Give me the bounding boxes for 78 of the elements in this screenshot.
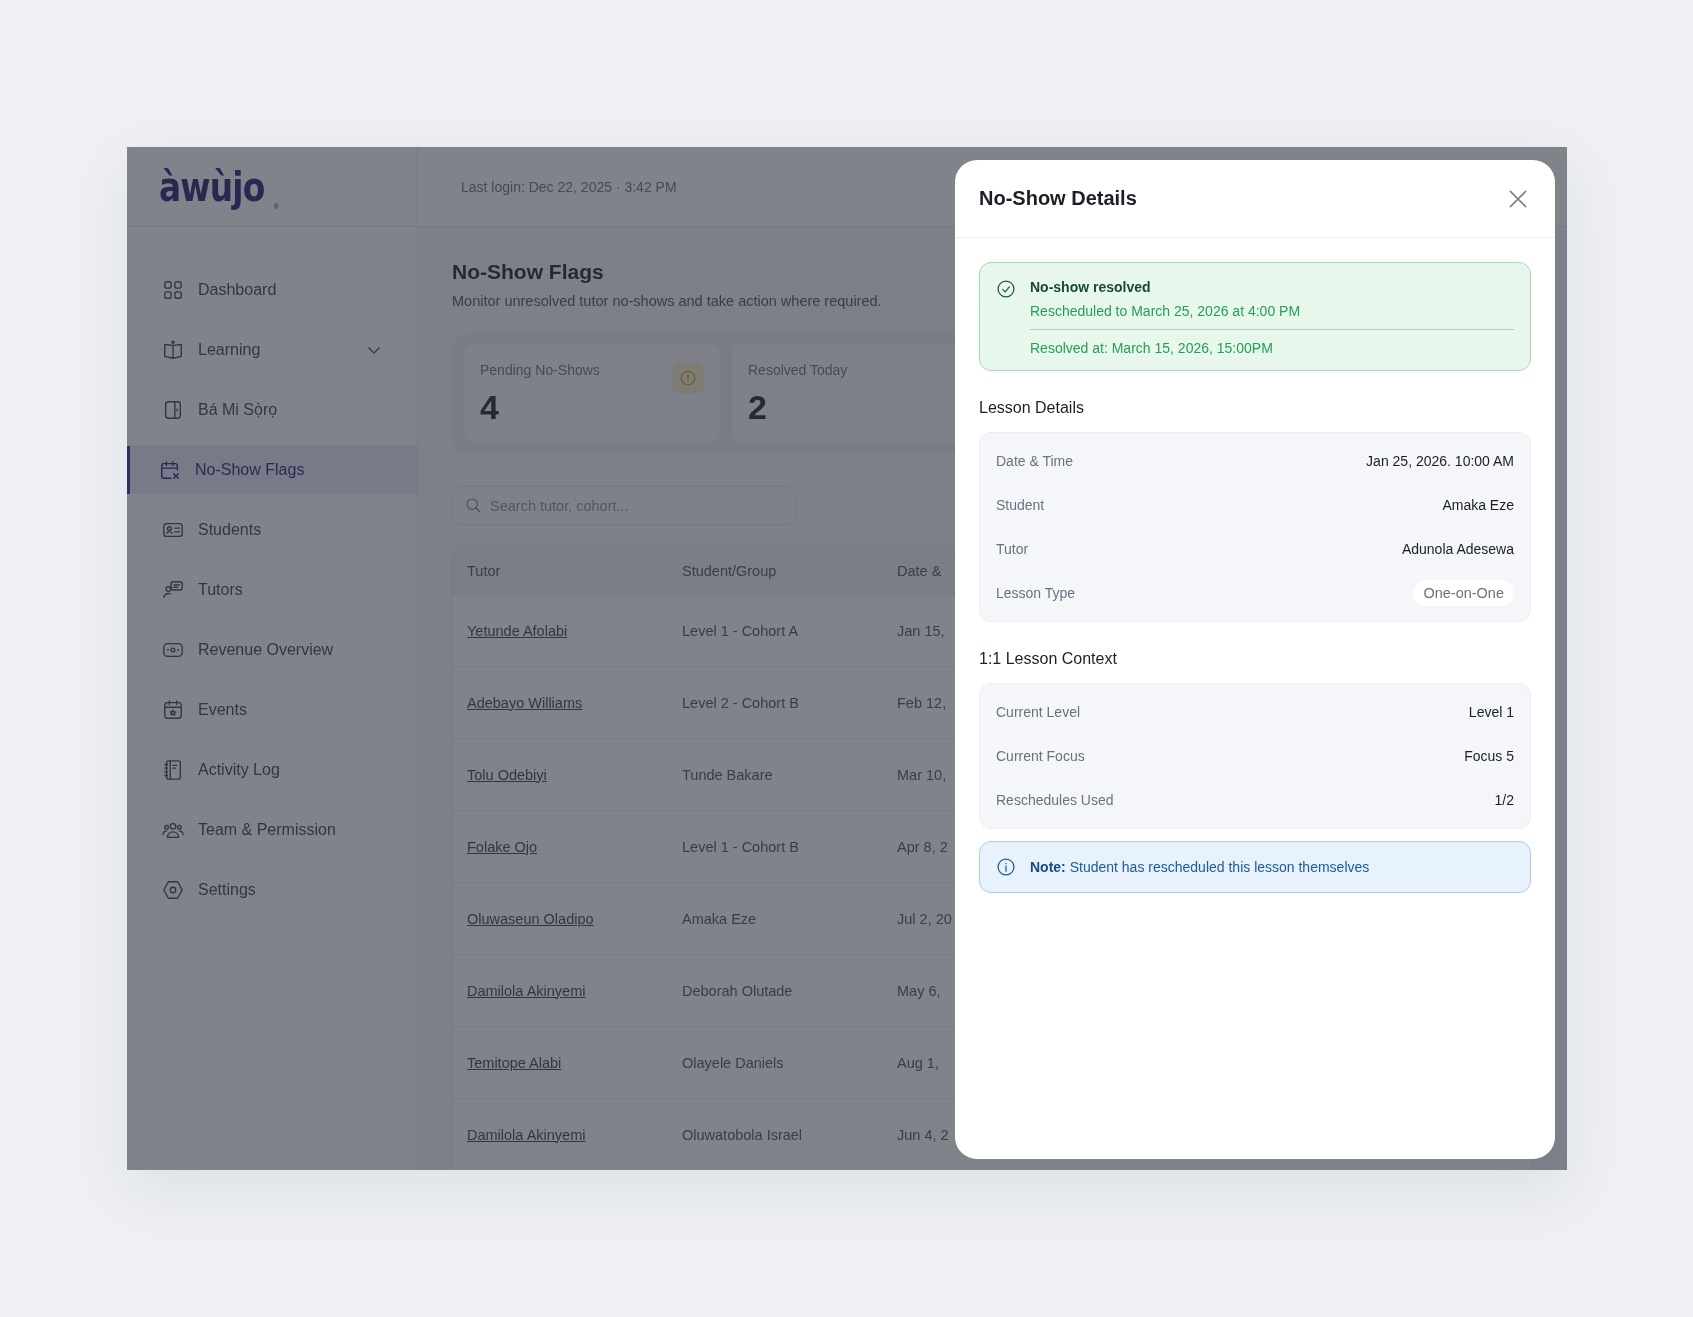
stat-value: 4 — [480, 388, 500, 427]
sidebar-item[interactable]: Settings — [127, 866, 417, 914]
note-text: Note: Student has rescheduled this lesson themselves — [1030, 859, 1370, 875]
page-title: No-Show Flags — [452, 260, 605, 284]
sidebar-item[interactable]: Team & Permission — [127, 806, 417, 854]
tutor-link[interactable]: Temitope Alabi — [467, 1054, 562, 1071]
table-cell-text: Jul 2, 20 — [897, 910, 953, 927]
detail-value: Jan 25, 2026. 10:00 AM — [1366, 453, 1514, 469]
lesson-type-pill: One-on-One — [1413, 580, 1514, 606]
detail-label: Tutor — [996, 541, 1029, 557]
sidebar-item[interactable]: Students — [127, 506, 417, 554]
table-cell-text: Amaka Eze — [682, 910, 758, 927]
detail-value: Adunola Adesewa — [1401, 541, 1514, 557]
status-detail: Rescheduled to March 25, 2026 at 4:00 PM — [1030, 303, 1514, 330]
table-cell-text: Deborah Olutade — [682, 982, 794, 999]
stat-value: 2 — [748, 388, 768, 427]
grid-icon — [162, 279, 184, 301]
page-subtitle: Monitor unresolved tutor no-shows and take action where required. — [452, 293, 883, 309]
table-cell-text: Level 1 - Cohort B — [682, 838, 800, 855]
check-circle-icon — [996, 279, 1016, 299]
table-cell-text: Jun 4, 2 — [897, 1126, 950, 1143]
detail-value: Level 1 — [1468, 704, 1514, 720]
logo: àwùjo — [159, 163, 265, 210]
sidebar-item[interactable]: Dashboard — [127, 266, 417, 314]
table-cell-text: Level 2 - Cohort B — [682, 694, 800, 711]
detail-value: Focus 5 — [1464, 748, 1514, 764]
table-cell-text: Tunde Bakare — [682, 766, 774, 783]
sidebar-item[interactable]: No-Show Flags — [127, 446, 417, 494]
detail-label: Date & Time — [996, 453, 1074, 469]
sidebar-item[interactable]: Learning — [127, 326, 417, 374]
sidebar-item[interactable]: Bá Mi Sọ̀rọ — [127, 386, 417, 434]
detail-value: 1/2 — [1494, 792, 1514, 808]
table-cell-text: Apr 8, 2 — [897, 838, 949, 855]
info-icon — [996, 857, 1016, 877]
alert-icon — [672, 362, 704, 394]
table-cell-text: Olayele Daniels — [682, 1054, 785, 1071]
table-cell-text: Level 1 - Cohort A — [682, 622, 800, 639]
detail-value: Amaka Eze — [1442, 497, 1514, 513]
modal-title: No-Show Details — [979, 187, 1137, 210]
tutor-link[interactable]: Damilola Akinyemi — [467, 1126, 586, 1143]
status-footer: Resolved at: March 15, 2026, 15:00PM — [1030, 340, 1514, 356]
table-cell-text: Aug 1, — [897, 1054, 940, 1071]
settings-icon — [162, 879, 184, 901]
search-icon — [464, 496, 482, 514]
tutor-link[interactable]: Folake Ojo — [467, 838, 538, 855]
last-login-text: Last login: Dec 22, 2025 · 3:42 PM — [461, 178, 677, 195]
status-title: No-show resolved — [1030, 279, 1152, 295]
calendar-x-icon — [159, 459, 181, 481]
notebook-icon — [162, 759, 184, 781]
sidebar-item[interactable]: Tutors — [127, 566, 417, 614]
column-header: Date & — [897, 562, 943, 579]
detail-label: Student — [996, 497, 1045, 513]
detail-label: Lesson Type — [996, 585, 1076, 601]
column-header: Tutor — [467, 562, 502, 579]
section-title: 1:1 Lesson Context — [979, 650, 1118, 668]
stat-label: Pending No-Shows — [480, 362, 600, 378]
tutor-link[interactable]: Yetunde Afolabi — [467, 622, 568, 639]
book-icon — [162, 339, 184, 361]
table-cell-text: May 6, — [897, 982, 942, 999]
table-cell-text: Oluwatobola Israel — [682, 1126, 804, 1143]
detail-label: Current Focus — [996, 748, 1085, 764]
detail-label: Reschedules Used — [996, 792, 1114, 808]
tutor-link[interactable]: Adebayo Williams — [467, 694, 583, 711]
sidebar-item[interactable]: Activity Log — [127, 746, 417, 794]
table-cell-text: Jan 15, — [897, 622, 946, 639]
sidebar-item[interactable]: Revenue Overview — [127, 626, 417, 674]
tutor-link[interactable]: Tolu Odebiyi — [467, 766, 547, 783]
table-cell-text: Feb 12, — [897, 694, 948, 711]
column-header: Student/Group — [682, 562, 778, 579]
tutor-link[interactable]: Oluwaseun Oladipo — [467, 910, 594, 927]
stat-label: Resolved Today — [748, 362, 848, 378]
tutor-link[interactable]: Damilola Akinyemi — [467, 982, 586, 999]
sidebar-item[interactable]: Events — [127, 686, 417, 734]
detail-label: Current Level — [996, 704, 1081, 720]
table-cell-text: Mar 10, — [897, 766, 948, 783]
section-title: Lesson Details — [979, 399, 1085, 417]
door-icon — [162, 399, 184, 421]
person-chat-icon — [162, 579, 184, 601]
